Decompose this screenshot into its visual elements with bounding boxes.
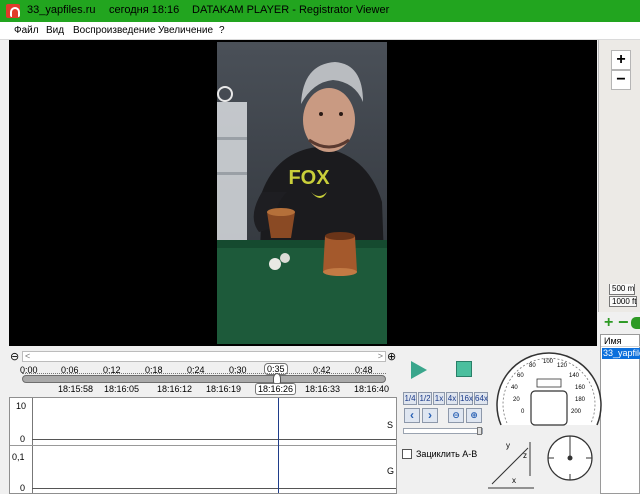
menu-help[interactable]: ? <box>219 25 225 36</box>
svg-text:FOX: FOX <box>288 167 330 189</box>
speedometer-gauge: 0 20 40 60 80 100 120 140 160 180 200 <box>496 352 602 426</box>
speed-4x-button[interactable]: 4x <box>446 392 458 405</box>
graph-cursor <box>277 398 279 493</box>
video-frame-image: FOX <box>217 42 387 344</box>
speed-label: 180 <box>575 397 586 403</box>
clock-time: 18:15:58 <box>58 384 94 394</box>
g-graph-line <box>32 488 396 489</box>
speed-graph-min: 0 <box>20 434 26 444</box>
scroll-left-icon[interactable]: < <box>25 351 30 361</box>
clock-time: 18:16:19 <box>206 384 242 394</box>
telemetry-graphs[interactable]: 10 0 S 0,1 0 G <box>9 397 397 494</box>
map-pane[interactable]: + − 500 m 1000 ft <box>598 40 640 312</box>
speed-label: 60 <box>517 373 524 379</box>
shield-icon[interactable] <box>631 317 640 329</box>
map-zoom-in-button[interactable]: + <box>611 50 631 70</box>
axis-z-label: z <box>523 451 527 460</box>
date-label: сегодня 18:16 <box>109 4 180 16</box>
menu-zoom[interactable]: Увеличение <box>158 25 213 36</box>
timeline-slider[interactable] <box>22 375 386 383</box>
speed-1x-button[interactable]: 1x <box>433 392 445 405</box>
file-list[interactable]: Имя 33_yapfiles <box>600 334 640 494</box>
speed-graph-line <box>32 439 396 440</box>
loop-ab-checkbox[interactable] <box>402 449 412 459</box>
app-icon <box>6 4 20 18</box>
g-graph-max: 0,1 <box>12 452 25 462</box>
site-name: 33_yapfiles.ru <box>27 4 96 16</box>
zoom-in-timeline-icon[interactable]: ⊕ <box>387 350 396 363</box>
axis-x-label: x <box>512 476 516 485</box>
video-frame: FOX <box>217 42 387 344</box>
speed-label: 140 <box>569 373 580 379</box>
compass-dial <box>547 435 593 481</box>
speed-1-4-button[interactable]: 1/4 <box>403 392 417 405</box>
menu-view[interactable]: Вид <box>46 25 64 36</box>
speed-graph-max: 10 <box>16 401 27 411</box>
speed-label: 120 <box>557 363 568 369</box>
clock-time: 18:16:40 <box>354 384 390 394</box>
menu-file[interactable]: Файл <box>14 25 39 36</box>
file-list-header[interactable]: Имя <box>601 335 640 347</box>
zoom-out-timeline-icon[interactable]: ⊖ <box>10 350 19 363</box>
stop-button[interactable] <box>456 361 472 377</box>
map-scale-metric: 500 m <box>609 284 636 295</box>
step-back-button[interactable]: ‹ <box>404 408 420 423</box>
speed-label: 40 <box>511 385 518 391</box>
menu-playback[interactable]: Воспроизведение <box>73 25 156 36</box>
title-bar: 33_yapfiles.ru сегодня 18:16 DATAKAM PLA… <box>0 0 640 22</box>
speed-label: 160 <box>575 385 586 391</box>
zoom-out-icon[interactable]: ⊖ <box>448 408 464 423</box>
timeline-hscrollbar[interactable]: < > <box>22 351 386 362</box>
speed-label: 20 <box>513 397 520 403</box>
volume-slider[interactable] <box>403 427 483 435</box>
remove-file-button[interactable]: − <box>618 312 629 333</box>
clock-time: 18:16:12 <box>157 384 193 394</box>
loop-ab-label: Зациклить A-B <box>416 449 478 459</box>
file-list-item[interactable]: 33_yapfiles <box>602 348 640 359</box>
speed-label: 100 <box>543 359 554 365</box>
speed-16x-button[interactable]: 16x <box>459 392 473 405</box>
menu-bar: Файл Вид Воспроизведение Увеличение ? <box>0 22 640 40</box>
g-graph-min: 0 <box>20 483 26 493</box>
speed-graph-label: S <box>387 420 394 430</box>
map-zoom-out-button[interactable]: − <box>611 70 631 90</box>
clock-time: 18:16:33 <box>305 384 341 394</box>
speed-label: 80 <box>529 363 536 369</box>
window-title: DATAKAM PLAYER - Registrator Viewer <box>192 4 390 16</box>
clock-time: 18:16:05 <box>104 384 140 394</box>
file-toolbar: + − <box>598 312 640 334</box>
map-scale-imperial: 1000 ft <box>609 296 638 307</box>
speed-1-2-button[interactable]: 1/2 <box>418 392 432 405</box>
add-file-button[interactable]: + <box>604 314 613 332</box>
speed-label: 200 <box>571 409 582 415</box>
scroll-right-icon[interactable]: > <box>378 351 383 361</box>
accelerometer-axes: y x z <box>488 441 534 489</box>
play-button[interactable] <box>411 361 427 379</box>
step-forward-button[interactable]: › <box>422 408 438 423</box>
zoom-in-icon[interactable]: ⊕ <box>466 408 482 423</box>
current-clock-label: 18:16:26 <box>255 383 297 395</box>
speed-64x-button[interactable]: 64x <box>474 392 488 405</box>
graph-separator <box>10 445 396 446</box>
g-graph-label: G <box>387 466 395 476</box>
axis-y-label: y <box>506 441 510 450</box>
